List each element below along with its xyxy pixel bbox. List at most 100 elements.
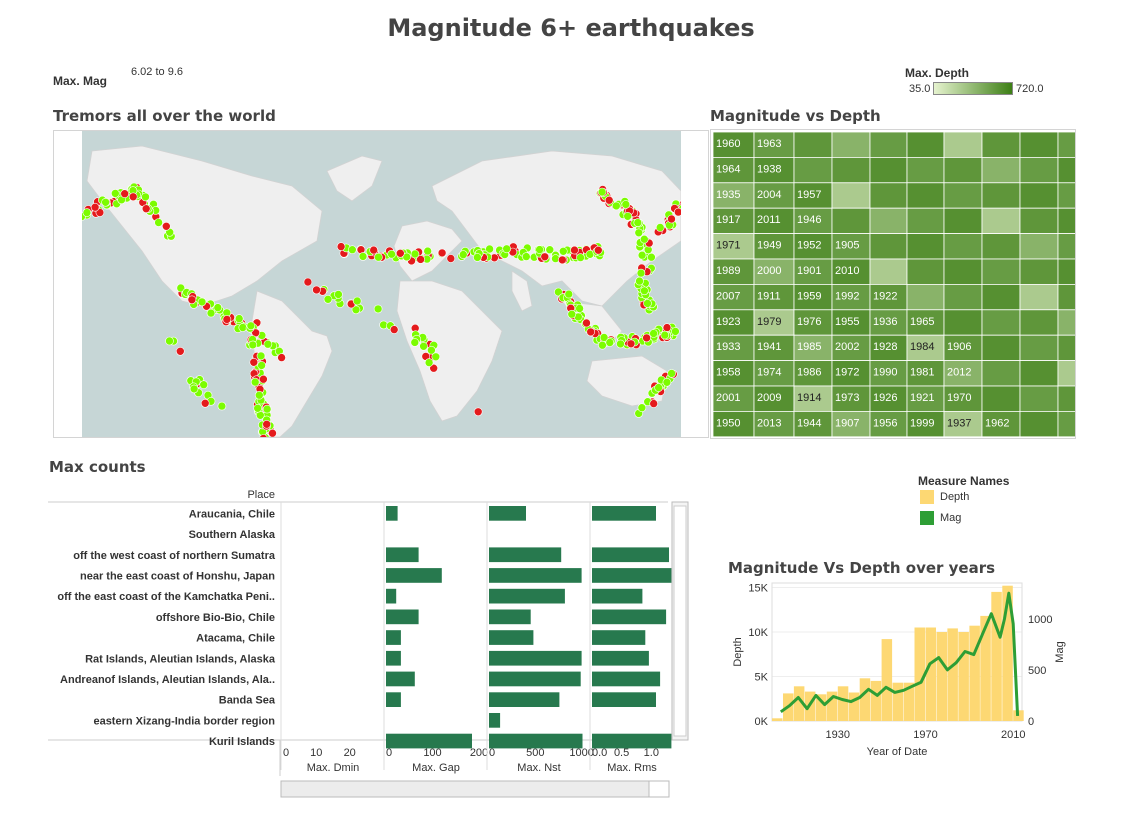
quake-point[interactable]	[634, 228, 644, 238]
bar[interactable]	[489, 547, 562, 563]
treemap-cell[interactable]	[1019, 334, 1059, 361]
quake-point[interactable]	[633, 218, 643, 227]
quake-point[interactable]	[667, 214, 676, 224]
quake-point[interactable]	[410, 249, 420, 259]
bar[interactable]	[489, 713, 501, 728]
treemap-cell[interactable]	[1057, 182, 1075, 209]
bar[interactable]	[592, 671, 661, 687]
treemap-cell[interactable]	[981, 283, 1021, 311]
treemap-cell[interactable]	[906, 207, 945, 234]
quake-point[interactable]	[660, 330, 670, 340]
depth-bar[interactable]	[947, 628, 958, 721]
treemap-cell[interactable]	[981, 182, 1021, 209]
quake-point[interactable]	[616, 339, 625, 349]
quake-point[interactable]	[649, 399, 659, 408]
quake-point[interactable]	[249, 358, 259, 367]
quake-point[interactable]	[446, 254, 456, 263]
treemap-cell[interactable]	[943, 132, 983, 158]
treemap-cell[interactable]	[943, 233, 983, 260]
treemap-cell[interactable]	[1057, 309, 1075, 336]
quake-point[interactable]	[473, 253, 482, 262]
quake-point[interactable]	[253, 403, 262, 413]
treemap-cell[interactable]	[1019, 360, 1059, 387]
quake-point[interactable]	[640, 286, 649, 296]
quake-point[interactable]	[639, 234, 649, 244]
quake-point[interactable]	[268, 428, 277, 437]
quake-point[interactable]	[558, 247, 568, 256]
quake-point[interactable]	[424, 358, 434, 367]
bar[interactable]	[489, 692, 560, 707]
treemap-cell[interactable]	[1019, 410, 1059, 437]
bar[interactable]	[489, 671, 581, 687]
quake-point[interactable]	[564, 289, 574, 299]
quake-point[interactable]	[662, 378, 672, 387]
treemap-cell[interactable]	[943, 207, 983, 234]
quake-point[interactable]	[570, 245, 579, 255]
quake-point[interactable]	[206, 308, 216, 318]
quake-point[interactable]	[419, 342, 428, 351]
treemap-cell[interactable]	[906, 182, 945, 209]
quake-point[interactable]	[303, 277, 313, 287]
treemap-cell[interactable]	[1019, 283, 1059, 311]
treemap-cell[interactable]	[943, 309, 983, 336]
treemap-cell[interactable]	[1019, 132, 1059, 158]
bar[interactable]	[592, 630, 646, 645]
quake-point[interactable]	[582, 318, 591, 328]
h-scroll-thumb[interactable]	[648, 780, 670, 798]
treemap-cell[interactable]	[981, 156, 1021, 184]
bar[interactable]	[386, 650, 401, 666]
treemap-cell[interactable]	[793, 132, 833, 158]
quake-point[interactable]	[336, 242, 346, 251]
h-scrollbar[interactable]	[280, 780, 670, 798]
depth-bar[interactable]	[936, 632, 948, 721]
quake-point[interactable]	[567, 309, 577, 319]
quake-point[interactable]	[128, 192, 138, 202]
quake-point[interactable]	[623, 212, 633, 221]
quake-point[interactable]	[473, 407, 483, 417]
depth-bar[interactable]	[859, 678, 871, 721]
quake-point[interactable]	[263, 339, 273, 349]
quake-point[interactable]	[611, 201, 621, 211]
quake-point[interactable]	[312, 285, 321, 295]
quake-point[interactable]	[521, 252, 531, 261]
quake-point[interactable]	[277, 353, 286, 362]
treemap-cell[interactable]	[1019, 182, 1059, 209]
quake-point[interactable]	[597, 187, 607, 197]
depth-bar[interactable]	[980, 615, 991, 721]
depth-bar[interactable]	[991, 591, 1002, 721]
quake-point[interactable]	[238, 323, 248, 332]
quake-point[interactable]	[635, 276, 644, 286]
quake-point[interactable]	[502, 244, 512, 254]
treemap-cell[interactable]	[981, 233, 1021, 260]
treemap-cell[interactable]	[831, 132, 871, 158]
quake-point[interactable]	[257, 361, 266, 370]
quake-point[interactable]	[82, 208, 92, 217]
treemap[interactable]: 1960 1963 1964 1938 1935 2004 1957 1917 2011 1946…	[713, 132, 1075, 437]
quake-point[interactable]	[637, 403, 647, 413]
quake-point[interactable]	[593, 245, 603, 255]
bar[interactable]	[386, 568, 442, 583]
quake-point[interactable]	[110, 189, 120, 198]
quake-point[interactable]	[427, 345, 436, 355]
quake-point[interactable]	[101, 198, 110, 207]
max-counts-chart[interactable]: Place Araucania, Chile Southern Alaska off …	[48, 482, 693, 802]
quake-point[interactable]	[395, 249, 405, 258]
quake-point[interactable]	[248, 340, 258, 350]
quake-point[interactable]	[598, 340, 607, 350]
treemap-cell[interactable]	[906, 132, 945, 158]
treemap-cell[interactable]	[981, 385, 1021, 412]
quake-point[interactable]	[334, 290, 343, 299]
quake-point[interactable]	[234, 314, 244, 323]
treemap-cell[interactable]	[981, 334, 1021, 361]
quake-point[interactable]	[141, 192, 150, 202]
bar[interactable]	[386, 609, 419, 625]
treemap-cell[interactable]	[1057, 233, 1075, 260]
quake-point[interactable]	[535, 245, 544, 254]
quake-point[interactable]	[575, 304, 584, 313]
quake-point[interactable]	[647, 252, 656, 262]
quake-point[interactable]	[90, 202, 100, 212]
bar[interactable]	[489, 609, 531, 625]
world-map[interactable]	[82, 131, 681, 437]
quake-point[interactable]	[662, 323, 672, 332]
depth-bar[interactable]	[837, 686, 849, 721]
